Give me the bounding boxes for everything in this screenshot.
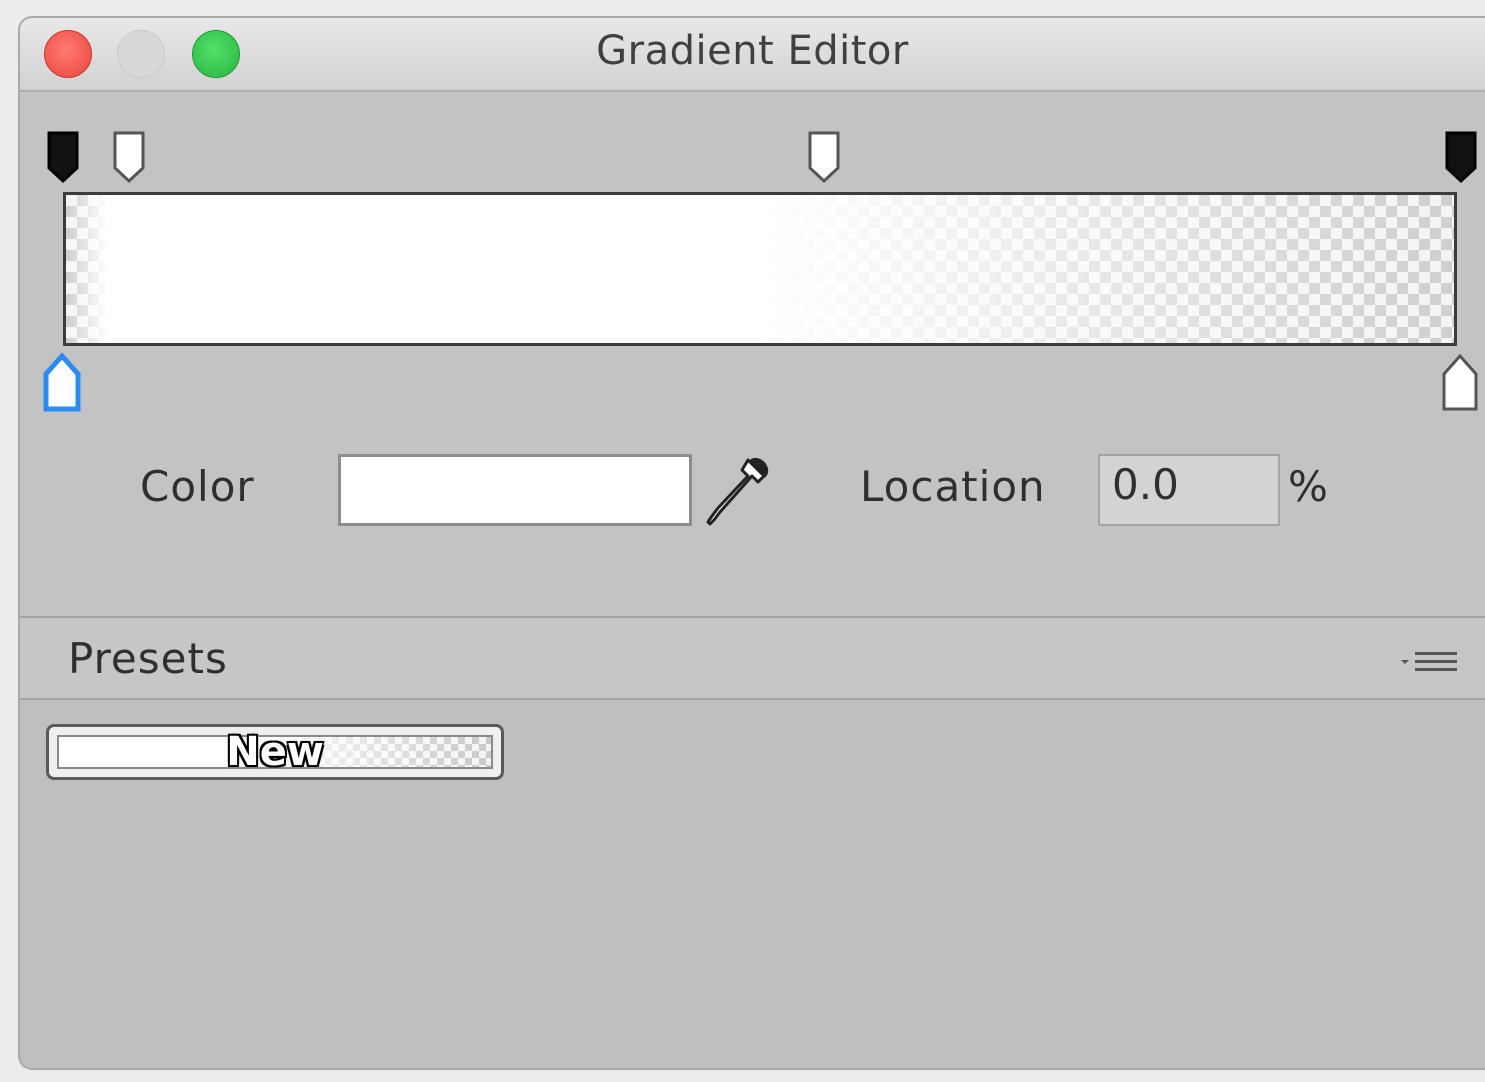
- location-unit: %: [1288, 462, 1329, 511]
- menu-list-icon[interactable]: [1399, 648, 1461, 676]
- alpha-stop-marker[interactable]: [1444, 130, 1478, 184]
- window-title: Gradient Editor: [596, 28, 909, 74]
- color-stop-marker-selected[interactable]: [42, 352, 82, 412]
- location-input[interactable]: 0.0: [1098, 454, 1280, 526]
- preset-label: New: [226, 729, 324, 775]
- presets-title: Presets: [68, 634, 228, 683]
- title-bar[interactable]: Gradient Editor: [20, 18, 1485, 92]
- alpha-stop-marker[interactable]: [112, 130, 146, 184]
- location-label: Location: [860, 462, 1046, 511]
- alpha-stop-marker[interactable]: [807, 130, 841, 184]
- gradient-editor-window: Gradient Editor Color Location 0.0 % Pre…: [18, 16, 1485, 1070]
- preset-swatch-new[interactable]: New: [46, 724, 504, 780]
- presets-header: Presets: [20, 618, 1485, 698]
- alpha-stop-marker[interactable]: [46, 130, 80, 184]
- eyedropper-icon[interactable]: [706, 454, 772, 528]
- color-swatch[interactable]: [338, 454, 692, 526]
- gradient-preview-bar[interactable]: [63, 192, 1457, 346]
- color-stop-marker[interactable]: [1440, 352, 1480, 412]
- color-label: Color: [140, 462, 255, 511]
